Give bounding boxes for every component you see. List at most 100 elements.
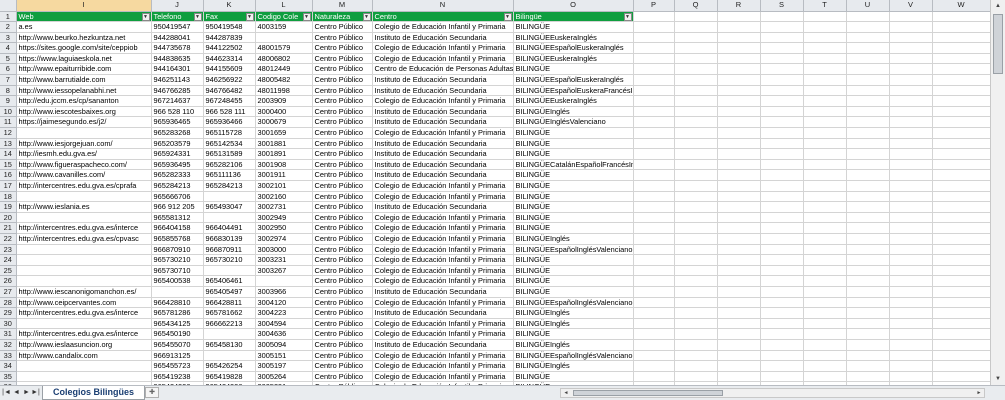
row-header[interactable]: 10	[0, 106, 17, 118]
row-header[interactable]: 17	[0, 180, 17, 192]
empty-cell[interactable]	[633, 286, 675, 298]
empty-cell[interactable]	[760, 350, 804, 362]
cell[interactable]: Colegio de Educación Infantil y Primaria	[372, 360, 514, 372]
filter-dropdown-icon[interactable]: ▼	[623, 12, 632, 21]
cell[interactable]: BILINGÜEEuskeraInglés	[513, 32, 634, 44]
empty-cell[interactable]	[633, 360, 675, 372]
empty-cell[interactable]	[803, 106, 847, 118]
empty-cell[interactable]	[633, 148, 675, 160]
cell[interactable]	[16, 265, 152, 277]
empty-cell[interactable]	[633, 127, 675, 139]
empty-cell[interactable]	[760, 297, 804, 309]
cell[interactable]: BILINGÜE	[513, 254, 634, 266]
empty-cell[interactable]	[633, 212, 675, 224]
row-header[interactable]: 18	[0, 191, 17, 203]
cell[interactable]: 965855768	[151, 233, 204, 245]
cell[interactable]: 965283268	[151, 127, 204, 139]
cell[interactable]: Colegio de Educación Infantil y Primaria	[372, 127, 514, 139]
cell[interactable]: BILINGÜEEspañolEuskeraInglés	[513, 42, 634, 54]
empty-cell[interactable]	[889, 212, 933, 224]
empty-cell[interactable]	[760, 222, 804, 234]
cell[interactable]: 966913125	[151, 350, 204, 362]
row-header[interactable]: 2	[0, 21, 17, 33]
empty-cell[interactable]	[932, 74, 990, 86]
empty-cell[interactable]	[717, 265, 761, 277]
empty-cell[interactable]	[674, 191, 718, 203]
empty-cell[interactable]	[889, 297, 933, 309]
empty-cell[interactable]	[717, 201, 761, 213]
cell[interactable]: Centro Público	[312, 148, 373, 160]
empty-cell[interactable]	[932, 318, 990, 330]
column-header[interactable]: P	[633, 0, 675, 12]
cell[interactable]: Centro Público	[312, 169, 373, 181]
cell[interactable]: 3003000	[255, 244, 313, 256]
empty-cell[interactable]	[760, 233, 804, 245]
empty-cell[interactable]	[846, 169, 890, 181]
cell[interactable]: http://intercentres.edu.gva.es/interce	[16, 222, 152, 234]
cell[interactable]: 48005482	[255, 74, 313, 86]
column-header[interactable]: V	[889, 0, 933, 12]
empty-cell[interactable]	[889, 106, 933, 118]
cell[interactable]: Centro Público	[312, 371, 373, 383]
cell[interactable]	[16, 360, 152, 372]
empty-cell[interactable]	[760, 244, 804, 256]
cell[interactable]: BILINGÜE	[513, 127, 634, 139]
empty-cell[interactable]	[803, 159, 847, 171]
empty-cell[interactable]	[932, 265, 990, 277]
empty-cell[interactable]	[932, 233, 990, 245]
cell[interactable]: 944164301	[151, 63, 204, 76]
empty-cell[interactable]	[760, 201, 804, 213]
cell[interactable]: Colegio de Educación Infantil y Primaria	[372, 42, 514, 54]
empty-cell[interactable]	[889, 32, 933, 44]
empty-cell[interactable]	[760, 307, 804, 319]
cell[interactable]	[255, 275, 313, 287]
empty-cell[interactable]	[846, 297, 890, 309]
column-header[interactable]: U	[846, 0, 890, 12]
empty-cell[interactable]	[633, 371, 675, 383]
cell[interactable]: BILINGÜEInglésValenciano	[513, 116, 634, 129]
cell[interactable]: 965493047	[203, 201, 256, 213]
empty-cell[interactable]	[889, 138, 933, 150]
cell[interactable]: Colegio de Educación Infantil y Primaria	[372, 95, 514, 107]
cell[interactable]: http://www.figueraspacheco.com/	[16, 159, 152, 171]
scroll-down-icon[interactable]: ▼	[991, 373, 1005, 385]
cell[interactable]: 48001579	[255, 42, 313, 54]
empty-cell[interactable]	[846, 148, 890, 160]
empty-cell[interactable]	[717, 180, 761, 192]
cell[interactable]: Instituto de Educación Secundaria	[372, 74, 514, 86]
cell[interactable]: Colegio de Educación Infantil y Primaria	[372, 254, 514, 266]
empty-cell[interactable]	[889, 63, 933, 76]
empty-cell[interactable]	[932, 169, 990, 181]
cell[interactable]: Centro Público	[312, 127, 373, 139]
empty-cell[interactable]	[846, 286, 890, 298]
cell[interactable]: BILINGÜE	[513, 169, 634, 181]
row-header[interactable]: 27	[0, 286, 17, 298]
horizontal-scrollbar[interactable]: ◄ ►	[560, 388, 985, 398]
row-header[interactable]: 5	[0, 53, 17, 65]
cell[interactable]: a.es	[16, 21, 152, 33]
empty-cell[interactable]	[932, 95, 990, 107]
cell[interactable]: 3005197	[255, 360, 313, 372]
cell[interactable]: Colegio de Educación Infantil y Primaria	[372, 371, 514, 383]
empty-cell[interactable]	[932, 116, 990, 129]
row-header[interactable]: 20	[0, 212, 17, 224]
cell[interactable]	[203, 350, 256, 362]
cell[interactable]: 3003966	[255, 286, 313, 298]
empty-cell[interactable]	[760, 318, 804, 330]
empty-cell[interactable]	[717, 32, 761, 44]
empty-cell[interactable]	[717, 360, 761, 372]
empty-cell[interactable]	[717, 63, 761, 76]
cell[interactable]: BILINGÜE	[513, 201, 634, 213]
empty-cell[interactable]	[803, 127, 847, 139]
cell[interactable]: 3002101	[255, 180, 313, 192]
filter-dropdown-icon[interactable]: ▼	[193, 12, 202, 21]
cell[interactable]: Colegio de Educación Infantil y Primaria	[372, 180, 514, 192]
prev-sheet-icon[interactable]: ◄	[12, 388, 21, 398]
empty-cell[interactable]	[717, 95, 761, 107]
row-header[interactable]: 32	[0, 339, 17, 351]
empty-cell[interactable]	[932, 180, 990, 192]
empty-cell[interactable]	[633, 265, 675, 277]
cell[interactable]: 4003159	[255, 21, 313, 33]
empty-cell[interactable]	[633, 21, 675, 33]
empty-cell[interactable]	[760, 159, 804, 171]
